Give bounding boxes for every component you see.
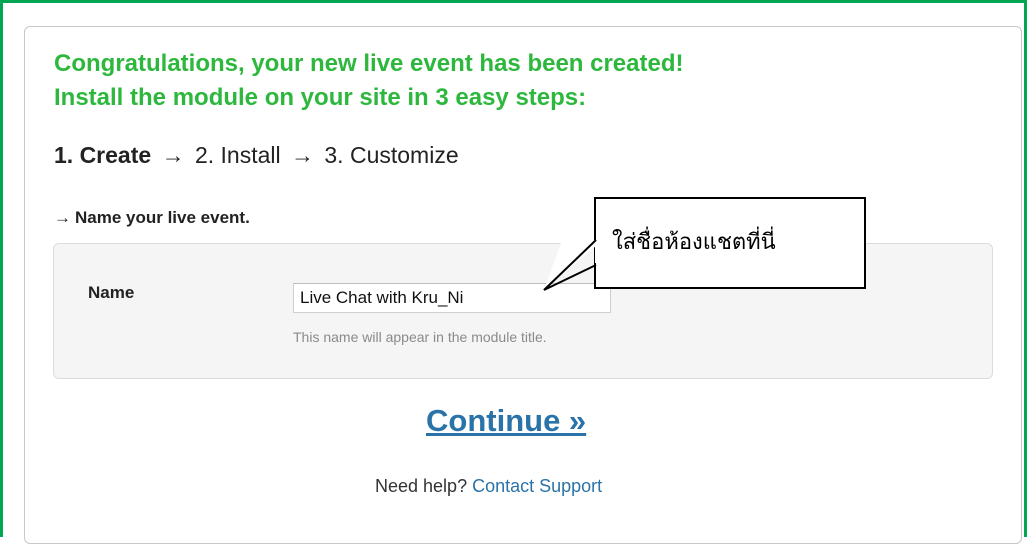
headline-line-1: Congratulations, your new live event has… [54,50,684,77]
section-heading-text: Name your live event. [75,208,250,227]
step-arrow-icon: → [161,142,185,168]
success-headline: Congratulations, your new live event has… [54,47,684,115]
event-name-input[interactable] [293,283,611,313]
name-label: Name [88,283,135,302]
step-arrow-icon: → [291,142,314,168]
continue-button[interactable]: Continue » [426,403,586,439]
need-help-text: Need help? [375,476,468,496]
step-install: 2. Install [194,142,281,168]
steps-progress: 1. Create → 2. Install → 3. Customize [54,140,459,170]
headline-line-2: Install the module on your site in 3 eas… [54,84,587,111]
contact-support-link[interactable]: Contact Support [472,476,602,496]
step-customize: 3. Customize [324,142,459,168]
name-help-text: This name will appear in the module titl… [293,329,547,345]
help-line: Need help? Contact Support [375,476,602,497]
callout-text: ใส่ชื่อห้องแชตที่นี่ [612,230,776,255]
section-heading: → Name your live event. [54,208,250,228]
step-create: 1. Create [54,142,152,168]
arrow-right-icon: → [54,208,71,227]
